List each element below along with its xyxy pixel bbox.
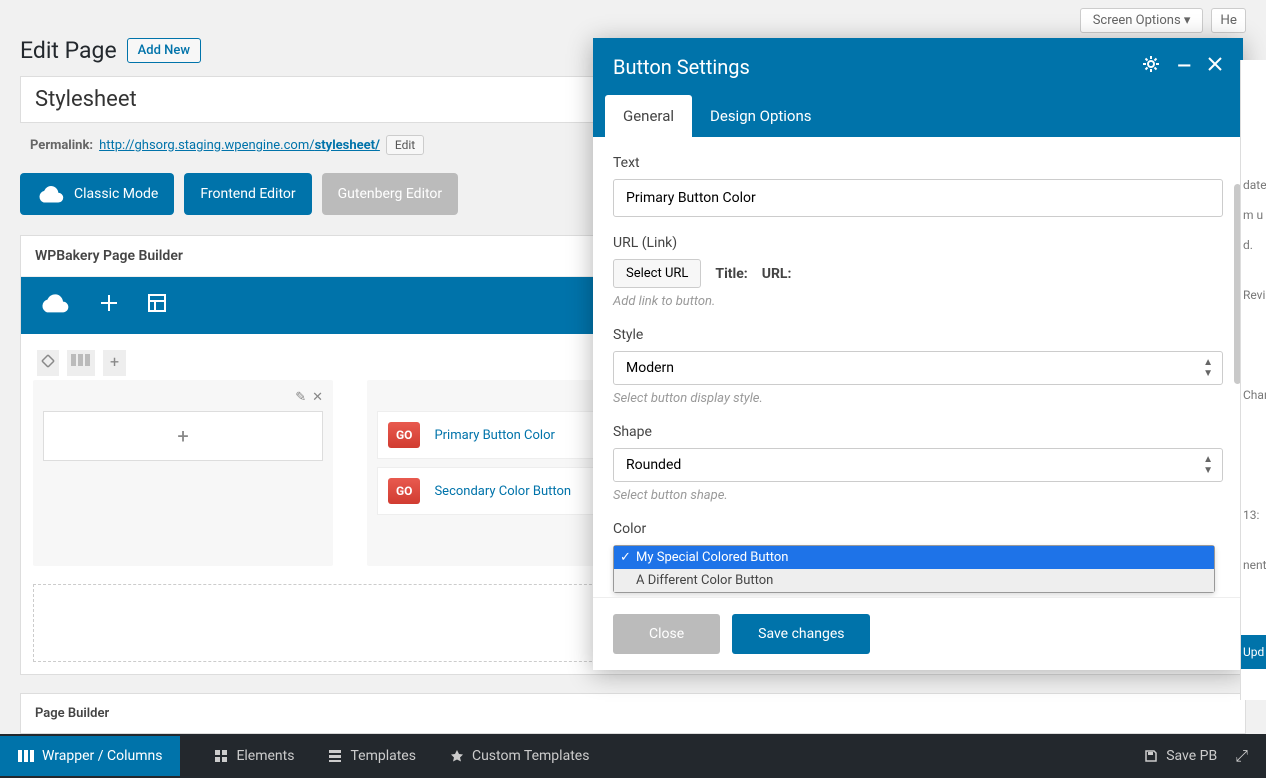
gutenberg-editor-button[interactable]: Gutenberg Editor bbox=[322, 173, 459, 215]
tab-templates[interactable]: Templates bbox=[328, 748, 416, 764]
screen-options-button[interactable]: Screen Options ▾ bbox=[1080, 8, 1204, 33]
style-select[interactable]: Modern bbox=[613, 351, 1223, 385]
column-left: ✎ ✕ + bbox=[33, 380, 333, 566]
go-badge: GO bbox=[388, 478, 420, 504]
permalink-edit-button[interactable]: Edit bbox=[386, 135, 424, 155]
delete-column-icon[interactable]: ✕ bbox=[312, 390, 323, 405]
settings-gear-icon[interactable] bbox=[1141, 54, 1161, 79]
custom-templates-icon bbox=[450, 749, 464, 763]
cloud-icon bbox=[36, 183, 66, 205]
url-hint: Add link to button. bbox=[613, 294, 1223, 309]
classic-mode-button[interactable]: Classic Mode bbox=[20, 173, 174, 215]
sidebar-fragment: date m u d. Revi Chan 13: nent Upd bbox=[1240, 60, 1266, 700]
columns-icon bbox=[18, 750, 34, 762]
update-button-fragment[interactable]: Upd bbox=[1241, 635, 1266, 669]
save-icon bbox=[1144, 749, 1158, 763]
template-icon[interactable] bbox=[147, 293, 167, 318]
permalink-link[interactable]: http://ghsorg.staging.wpengine.com/style… bbox=[99, 138, 380, 153]
add-row-icon[interactable]: + bbox=[103, 350, 126, 376]
templates-icon bbox=[328, 749, 342, 763]
minimize-icon[interactable]: — bbox=[1177, 56, 1191, 77]
close-icon[interactable] bbox=[1207, 56, 1223, 77]
caret-down-icon: ▾ bbox=[1184, 13, 1191, 28]
shape-hint: Select button shape. bbox=[613, 488, 1223, 503]
column-add-element[interactable]: + bbox=[43, 411, 323, 461]
shape-select[interactable]: Rounded bbox=[613, 448, 1223, 482]
element-label: Primary Button Color bbox=[434, 428, 554, 443]
text-field-label: Text bbox=[613, 155, 1223, 171]
select-url-button[interactable]: Select URL bbox=[613, 259, 701, 288]
text-field-input[interactable] bbox=[613, 179, 1223, 217]
elements-icon bbox=[214, 749, 228, 763]
tab-elements[interactable]: Elements bbox=[214, 748, 294, 764]
add-element-icon[interactable] bbox=[99, 293, 119, 318]
columns-icon[interactable] bbox=[67, 350, 95, 376]
tab-general[interactable]: General bbox=[605, 95, 692, 137]
shape-field-label: Shape bbox=[613, 424, 1223, 440]
element-label: Secondary Color Button bbox=[434, 484, 571, 499]
save-changes-button[interactable]: Save changes bbox=[732, 614, 870, 654]
tab-custom-templates[interactable]: Custom Templates bbox=[450, 748, 589, 764]
edit-column-icon[interactable]: ✎ bbox=[295, 390, 306, 405]
go-badge: GO bbox=[388, 422, 420, 448]
page-builder-bottom-bar: Wrapper / Columns Elements Templates Cus… bbox=[0, 734, 1266, 778]
help-button[interactable]: He bbox=[1211, 8, 1246, 33]
drag-handle-icon[interactable] bbox=[37, 350, 59, 376]
save-pb-button[interactable]: Save PB bbox=[1144, 748, 1217, 764]
color-field-label: Color bbox=[613, 521, 1223, 537]
tab-design-options[interactable]: Design Options bbox=[692, 95, 830, 137]
button-settings-modal: Button Settings — General Design Options… bbox=[593, 38, 1243, 670]
permalink-label: Permalink: bbox=[30, 138, 93, 153]
expand-icon[interactable]: ⤢ bbox=[1235, 746, 1248, 766]
modal-title: Button Settings bbox=[613, 55, 750, 79]
style-field-label: Style bbox=[613, 327, 1223, 343]
screen-options-label: Screen Options bbox=[1093, 13, 1181, 28]
style-hint: Select button display style. bbox=[613, 391, 1223, 406]
color-option-different[interactable]: A Different Color Button bbox=[614, 569, 1214, 592]
color-option-special[interactable]: My Special Colored Button bbox=[614, 546, 1214, 569]
color-select-dropdown[interactable]: My Special Colored Button A Different Co… bbox=[613, 545, 1215, 593]
page-builder-panel-header: Page Builder bbox=[20, 693, 1246, 734]
url-field-label: URL (Link) bbox=[613, 235, 1223, 251]
close-button[interactable]: Close bbox=[613, 614, 720, 654]
frontend-editor-button[interactable]: Frontend Editor bbox=[184, 173, 311, 215]
tab-wrapper-columns[interactable]: Wrapper / Columns bbox=[0, 736, 180, 776]
add-new-button[interactable]: Add New bbox=[127, 38, 201, 63]
url-title-label: Title: bbox=[715, 266, 747, 282]
url-url-label: URL: bbox=[762, 266, 792, 282]
page-title: Edit Page bbox=[20, 37, 117, 64]
wpbakery-logo-icon[interactable] bbox=[39, 291, 71, 320]
